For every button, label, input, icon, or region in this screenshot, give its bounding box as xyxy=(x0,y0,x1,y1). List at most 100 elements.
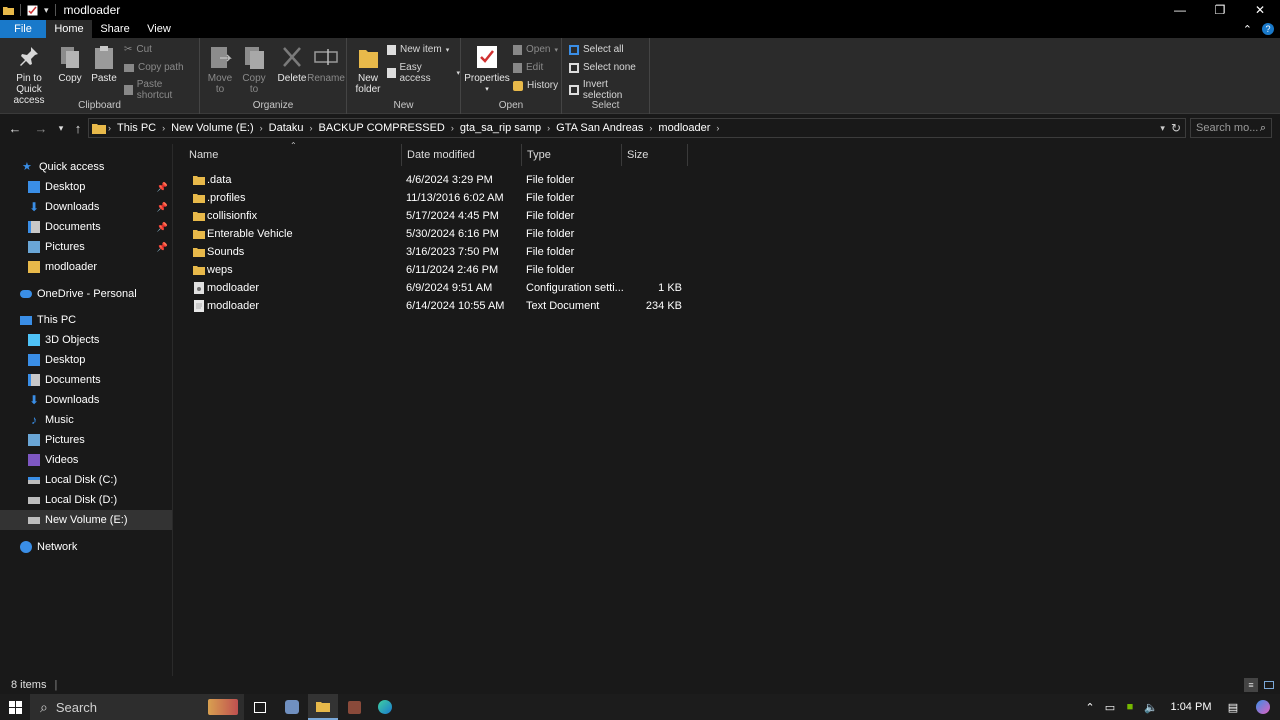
search-input[interactable]: Search mo... xyxy=(1196,122,1258,134)
up-button[interactable]: ↑ xyxy=(70,119,86,137)
forward-button[interactable]: → xyxy=(33,119,49,137)
nav-item-pictures[interactable]: Pictures 📌 xyxy=(0,237,172,257)
nav-quick-access[interactable]: ★ Quick access xyxy=(0,157,172,177)
nav-item-documents[interactable]: Documents 📌 xyxy=(0,217,172,237)
delete-button[interactable]: Delete xyxy=(278,44,306,84)
nav-item-pc-desktop[interactable]: Desktop xyxy=(0,350,172,370)
address-dropdown-icon[interactable]: ▾ xyxy=(1160,123,1165,134)
nav-item-videos[interactable]: Videos xyxy=(0,450,172,470)
breadcrumb[interactable]: New Volume (E:) xyxy=(167,122,258,134)
details-view-button[interactable]: ≡ xyxy=(1244,678,1258,692)
nav-item-3d-objects[interactable]: 3D Objects xyxy=(0,330,172,350)
nav-item-new-volume-e[interactable]: New Volume (E:) xyxy=(0,510,172,530)
breadcrumb[interactable]: GTA San Andreas xyxy=(552,122,647,134)
notifications-icon[interactable]: ▤ xyxy=(1216,701,1250,714)
taskbar-app-game[interactable] xyxy=(339,694,369,720)
file-row[interactable]: modloader 6/9/2024 9:51 AM Configuration… xyxy=(188,279,688,297)
breadcrumb[interactable]: Dataku xyxy=(265,122,308,134)
large-icons-view-button[interactable] xyxy=(1262,678,1276,692)
tab-file[interactable]: File xyxy=(0,20,46,38)
customize-toolbar-icon[interactable]: ▾ xyxy=(44,5,49,16)
select-all-button[interactable]: Select all xyxy=(569,44,624,55)
back-button[interactable]: ← xyxy=(7,119,23,137)
file-date: 3/16/2023 7:50 PM xyxy=(406,246,499,258)
breadcrumb[interactable]: modloader xyxy=(654,122,714,134)
cut-button[interactable]: ✂ Cut xyxy=(124,44,152,55)
pin-icon[interactable]: 📌 xyxy=(157,242,168,253)
column-header-type[interactable]: Type xyxy=(522,144,622,166)
taskbar-file-explorer[interactable] xyxy=(308,694,338,720)
maximize-button[interactable]: ❐ xyxy=(1200,0,1240,20)
nav-onedrive[interactable]: OneDrive - Personal xyxy=(0,284,172,304)
recent-locations-button[interactable]: ▾ xyxy=(53,119,69,137)
new-folder-button[interactable]: New folder xyxy=(353,44,383,95)
invert-selection-button[interactable]: Invert selection xyxy=(569,79,649,101)
pin-icon[interactable]: 📌 xyxy=(157,202,168,213)
breadcrumb[interactable]: BACKUP COMPRESSED xyxy=(315,122,449,134)
file-row[interactable]: modloader 6/14/2024 10:55 AM Text Docume… xyxy=(188,297,688,315)
column-header-date[interactable]: Date modified xyxy=(402,144,522,166)
new-item-button[interactable]: New item ▾ xyxy=(387,44,449,55)
pin-icon[interactable]: 📌 xyxy=(157,222,168,233)
copy-to-button[interactable]: Copy to xyxy=(240,44,268,95)
tab-share[interactable]: Share xyxy=(92,20,138,38)
taskbar-app-pinned[interactable] xyxy=(277,694,307,720)
paste-button[interactable]: Paste xyxy=(90,44,118,84)
copy-path-button[interactable]: Copy path xyxy=(124,62,184,73)
clock[interactable]: 1:04 PM xyxy=(1166,701,1216,713)
refresh-icon[interactable]: ↻ xyxy=(1171,121,1181,135)
volume-icon[interactable]: 🔈 xyxy=(1140,701,1162,714)
breadcrumb[interactable]: This PC xyxy=(113,122,160,134)
gpu-tray-icon[interactable]: ■ xyxy=(1120,701,1140,713)
nav-item-pc-downloads[interactable]: ⬇ Downloads xyxy=(0,390,172,410)
column-header-name[interactable]: Name xyxy=(176,144,402,166)
nav-this-pc[interactable]: This PC xyxy=(0,310,172,330)
nav-item-downloads[interactable]: ⬇ Downloads 📌 xyxy=(0,197,172,217)
network-status-icon[interactable]: ▭ xyxy=(1100,701,1120,714)
tab-view[interactable]: View xyxy=(138,20,180,38)
rename-button[interactable]: Rename xyxy=(307,44,345,84)
nav-item-pc-documents[interactable]: Documents xyxy=(0,370,172,390)
file-row[interactable]: collisionfix 5/17/2024 4:45 PM File fold… xyxy=(188,207,688,225)
properties-button[interactable]: Properties ▾ xyxy=(464,44,510,95)
copilot-icon[interactable] xyxy=(1250,700,1276,714)
search-box[interactable]: Search mo... ⌕ xyxy=(1190,118,1272,138)
file-row[interactable]: Enterable Vehicle 5/30/2024 6:16 PM File… xyxy=(188,225,688,243)
history-button[interactable]: History xyxy=(513,80,558,91)
file-row[interactable]: .profiles 11/13/2016 6:02 AM File folder xyxy=(188,189,688,207)
navigation-pane: ★ Quick access Desktop 📌 ⬇ Downloads 📌 D… xyxy=(0,144,173,676)
properties-check-icon[interactable] xyxy=(27,5,38,16)
file-row[interactable]: .data 4/6/2024 3:29 PM File folder xyxy=(188,171,688,189)
nav-item-desktop[interactable]: Desktop 📌 xyxy=(0,177,172,197)
easy-access-button[interactable]: Easy access ▾ xyxy=(387,62,460,84)
address-bar[interactable]: › This PC › New Volume (E:) › Dataku › B… xyxy=(88,118,1186,138)
copy-button[interactable]: Copy xyxy=(58,44,82,84)
move-to-button[interactable]: Move to xyxy=(206,44,234,95)
file-row[interactable]: Sounds 3/16/2023 7:50 PM File folder xyxy=(188,243,688,261)
taskbar-search-box[interactable]: ⌕ Search xyxy=(30,694,244,720)
nav-network[interactable]: Network xyxy=(0,537,172,557)
nav-item-local-disk-d[interactable]: Local Disk (D:) xyxy=(0,490,172,510)
file-row[interactable]: weps 6/11/2024 2:46 PM File folder xyxy=(188,261,688,279)
show-hidden-icons-icon[interactable]: ⌃ xyxy=(1080,701,1100,714)
tab-home[interactable]: Home xyxy=(46,20,92,38)
select-none-button[interactable]: Select none xyxy=(569,62,636,73)
pin-icon[interactable]: 📌 xyxy=(157,182,168,193)
task-view-button[interactable] xyxy=(245,694,275,720)
paste-shortcut-button[interactable]: Paste shortcut xyxy=(124,79,199,101)
breadcrumb[interactable]: gta_sa_rip samp xyxy=(456,122,545,134)
open-button[interactable]: Open ▾ xyxy=(513,44,558,55)
start-button[interactable] xyxy=(0,694,30,720)
nav-item-pc-pictures[interactable]: Pictures xyxy=(0,430,172,450)
pin-quick-access-button[interactable]: Pin to Quick access xyxy=(4,44,54,106)
minimize-button[interactable]: — xyxy=(1160,0,1200,20)
taskbar-edge[interactable] xyxy=(370,694,400,720)
close-button[interactable]: ✕ xyxy=(1240,0,1280,20)
edit-button[interactable]: Edit xyxy=(513,62,543,73)
help-icon[interactable]: ? xyxy=(1262,23,1274,35)
nav-item-local-disk-c[interactable]: Local Disk (C:) xyxy=(0,470,172,490)
column-header-size[interactable]: Size xyxy=(622,144,688,166)
nav-item-music[interactable]: ♪ Music xyxy=(0,410,172,430)
nav-item-modloader[interactable]: modloader xyxy=(0,257,172,277)
collapse-ribbon-icon[interactable]: ⌃ xyxy=(1243,23,1252,36)
